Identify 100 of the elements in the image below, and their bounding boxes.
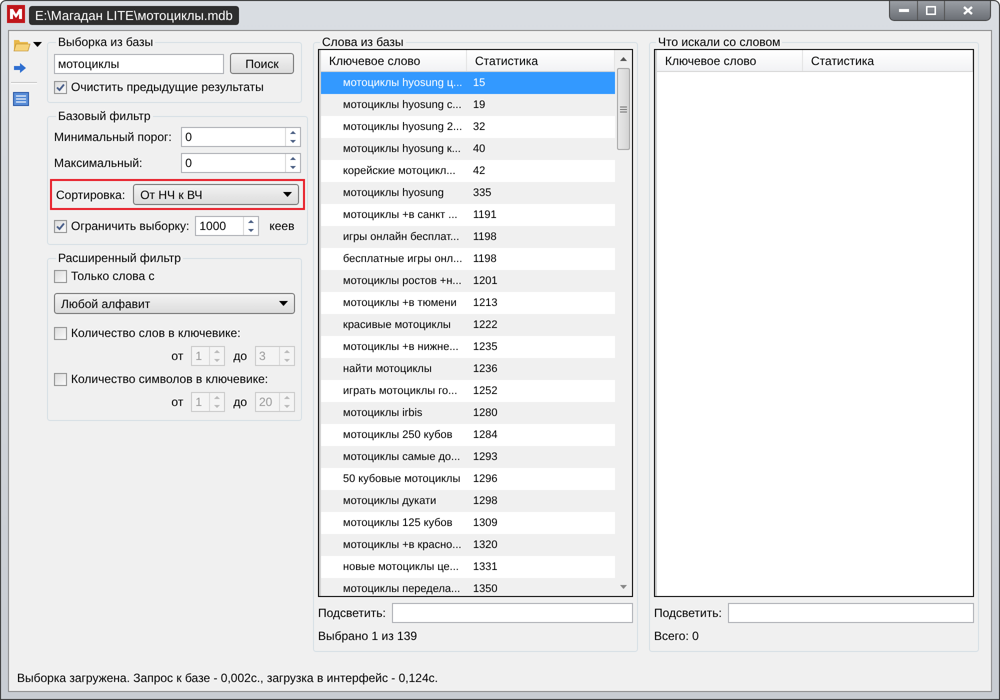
checkbox[interactable] [54, 220, 67, 232]
stat-cell-text: 1235 [472, 341, 498, 353]
group-title: Что искали со словом [657, 35, 782, 49]
list-row[interactable]: мотоциклы irbis 1280 [321, 402, 615, 424]
column-header[interactable]: Статистика [803, 50, 973, 71]
minimize-icon [898, 8, 908, 12]
keyword-cell-text: мотоциклы передела... [342, 583, 462, 595]
stat-cell-text: 32 [472, 121, 486, 133]
scroll-thumb[interactable] [617, 68, 630, 150]
stat-cell-text: 1198 [472, 231, 498, 243]
checkbox-label: Количество слов в ключевике: [71, 326, 241, 340]
list-row[interactable]: мотоциклы самые до... 1293 [321, 446, 615, 468]
field-label: Максимальный: [54, 156, 142, 170]
sort-dropdown[interactable]: От НЧ к ВЧ [133, 184, 300, 205]
caret-icon [283, 192, 292, 197]
list-row[interactable]: мотоциклы +в красно... 1320 [321, 534, 615, 556]
checkbox-label: Очистить предыдущие результаты [71, 80, 264, 94]
scrollbar[interactable] [615, 50, 632, 596]
stat-cell-text: 42 [472, 165, 486, 177]
keyword-cell-text: мотоциклы 250 кубов [342, 429, 454, 441]
app-logo-icon [7, 5, 25, 23]
stat-cell-text: 1309 [472, 517, 498, 529]
keyword-cell-text: мотоциклы hyosung ц... [342, 77, 464, 89]
close-icon [962, 6, 972, 15]
list-view[interactable] [318, 49, 633, 597]
stat-cell-text: 15 [472, 77, 486, 89]
stat-cell-text: 335 [472, 187, 492, 199]
caret-icon [279, 301, 288, 306]
maximize-button[interactable] [917, 1, 944, 20]
stat-cell-text: 1296 [472, 473, 498, 485]
checkbox-label: Только слова с [71, 269, 155, 283]
list-row[interactable]: игры онлайн бесплат... 1198 [321, 226, 615, 248]
close-button[interactable] [944, 1, 990, 20]
keyword-cell-text: мотоциклы +в красно... [342, 539, 462, 551]
alphabet-dropdown[interactable]: Любой алфавит [54, 293, 295, 314]
number-field[interactable]: 1000 [195, 216, 260, 236]
keyword-cell-text: мотоциклы hyosung к... [342, 143, 462, 155]
keyword-cell-text: мотоциклы +в тюмени [342, 297, 458, 309]
column-header[interactable]: Ключевое слово [321, 50, 467, 71]
keyword-cell-text: мотоциклы самые до... [342, 451, 462, 463]
search-button[interactable]: Поиск [230, 53, 294, 74]
maximize-icon [926, 6, 936, 15]
list-window-button[interactable] [11, 90, 31, 108]
highlight-field[interactable] [392, 603, 633, 623]
stat-cell-text: 1213 [472, 297, 498, 309]
list-view[interactable]: Ключевое слово Статистика [654, 49, 974, 597]
column-header[interactable]: Ключевое слово [657, 50, 803, 71]
stat-cell-text: 40 [472, 143, 486, 155]
keyword-cell-text: мотоциклы hyosung 2... [342, 121, 464, 133]
keyword-cell-text: мотоциклы hyosung с... [342, 99, 463, 111]
number-field[interactable]: 0 [181, 127, 302, 147]
keyword-cell-text: 50 кубовые мотоциклы [342, 473, 462, 485]
checkbox[interactable] [54, 270, 67, 282]
grip-icon [620, 106, 627, 112]
stat-cell-text: 1293 [472, 451, 498, 463]
list-window-icon [13, 92, 29, 106]
list-row[interactable]: мотоциклы hyosung с... 19 [321, 94, 615, 116]
stat-cell-text: 1284 [472, 429, 498, 441]
list-row[interactable]: мотоциклы hyosung 335 [321, 182, 615, 204]
keyword-cell-text: мотоциклы irbis [342, 407, 424, 419]
keyword-cell-text: бесплатные игры онл... [342, 253, 464, 265]
field-label: Подсветить: [318, 606, 386, 620]
checkbox[interactable] [54, 80, 67, 94]
group-title: Слова из базы [321, 35, 405, 49]
stat-cell-text: 1298 [472, 495, 498, 507]
number-field[interactable]: 0 [181, 153, 302, 173]
highlight-field[interactable] [728, 603, 974, 623]
group-title: Расширенный фильтр [57, 251, 182, 265]
keyword-cell-text: играть мотоциклы го... [342, 385, 458, 397]
group-title: Выборка из базы [57, 35, 154, 49]
checkbox[interactable] [54, 326, 67, 340]
stat-cell-text: 1222 [472, 319, 498, 331]
stat-cell-text: 1236 [472, 363, 498, 375]
caret-icon [33, 42, 42, 47]
minimize-button[interactable] [890, 1, 917, 20]
arrow-right-icon [13, 62, 27, 74]
field-label: от [171, 349, 184, 363]
status-text: Выборка загружена. Запрос к базе - 0,002с., загрузка в интерфейс - 0,124с. [16, 670, 439, 687]
list-row[interactable]: найти мотоциклы 1236 [321, 358, 615, 380]
checkbox[interactable] [54, 372, 67, 386]
stat-cell-text: 19 [472, 99, 486, 111]
field-label: Минимальный порог: [54, 130, 172, 144]
field-label: до [233, 349, 247, 363]
field-label: от [171, 395, 184, 409]
stat-cell-text: 1252 [472, 385, 498, 397]
search-field[interactable]: мотоциклы [54, 54, 224, 74]
list-row[interactable]: мотоциклы дукати 1298 [321, 490, 615, 512]
list-row[interactable]: мотоциклы ростов +н... 1201 [321, 270, 615, 292]
count-label: Всего: 0 [654, 629, 700, 643]
window-title: E:\Магадан LITE\мотоциклы.mdb [29, 6, 239, 25]
stat-cell-text: 1331 [472, 561, 498, 573]
field-label: Сортировка: [56, 188, 126, 202]
stat-cell-text: 1191 [472, 209, 498, 221]
list-row[interactable]: красивые мотоциклы 1222 [321, 314, 615, 336]
list-row[interactable]: мотоциклы передела... 1350 [321, 578, 615, 596]
list-row[interactable]: мотоциклы hyosung к... 40 [321, 138, 615, 160]
stat-cell-text: 1198 [472, 253, 498, 265]
unit-label: кеев [269, 219, 294, 233]
checkbox-label: Количество символов в ключевике: [71, 372, 268, 386]
stat-cell-text: 1350 [472, 583, 498, 595]
